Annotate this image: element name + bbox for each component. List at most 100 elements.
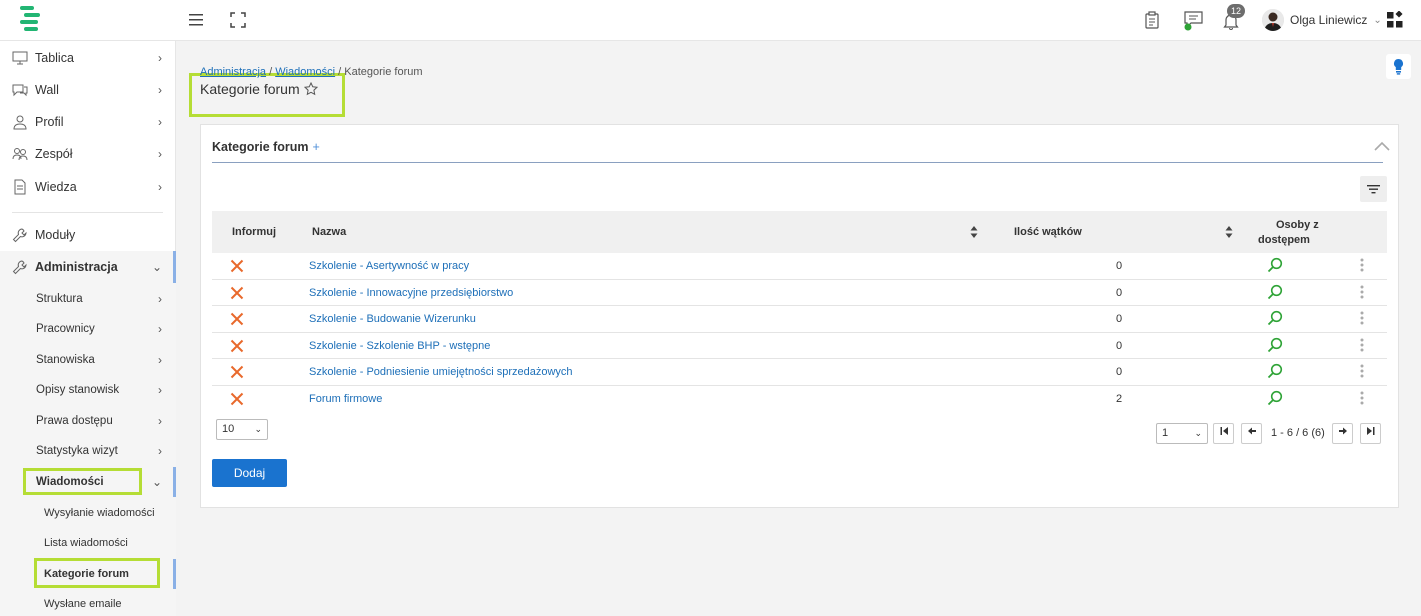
category-name-link[interactable]: Szkolenie - Szkolenie BHP - wstępne	[309, 340, 490, 352]
sidebar-item-administracja[interactable]: Administracja ⌄	[0, 251, 176, 283]
sidebar-item-wall[interactable]: Wall ›	[0, 74, 176, 106]
first-page-button[interactable]	[1213, 423, 1234, 444]
chevron-right-icon: ›	[158, 353, 162, 367]
table-row: Szkolenie - Asertywność w pracy 0	[212, 253, 1387, 280]
more-options-icon[interactable]	[1360, 364, 1364, 378]
page-select[interactable]: 1 ⌄	[1156, 423, 1208, 444]
team-icon	[12, 148, 28, 161]
wrench-icon	[12, 260, 27, 275]
prev-page-button[interactable]	[1241, 423, 1262, 444]
chevron-down-icon: ⌄	[1373, 14, 1382, 26]
active-indicator	[173, 467, 176, 497]
clipboard-icon[interactable]	[1143, 11, 1161, 29]
sidebar-item-tablica[interactable]: Tablica ›	[0, 42, 176, 74]
fullscreen-icon[interactable]	[229, 11, 247, 29]
close-icon[interactable]	[230, 365, 244, 379]
more-options-icon[interactable]	[1360, 258, 1364, 272]
sidebar-item-stanowiska[interactable]: Stanowiska ›	[0, 345, 176, 375]
chevron-down-icon: ⌄	[254, 424, 262, 434]
chevron-right-icon: ›	[158, 180, 162, 194]
sidebar-divider	[12, 212, 163, 213]
chevron-right-icon: ›	[158, 147, 162, 161]
chevron-right-icon: ›	[158, 414, 162, 428]
close-icon[interactable]	[230, 312, 244, 326]
user-menu[interactable]: Olga Liniewicz ⌄	[1262, 9, 1382, 31]
search-icon[interactable]	[1267, 390, 1283, 406]
document-icon	[14, 179, 26, 195]
menu-icon[interactable]	[188, 11, 206, 29]
table-row: Forum firmowe 2	[212, 386, 1387, 413]
add-category-plus[interactable]: +	[313, 140, 320, 154]
lightbulb-icon	[1394, 59, 1403, 75]
sidebar-item-opisy-stanowisk[interactable]: Opisy stanowisk ›	[0, 375, 176, 405]
apps-grid-icon[interactable]	[1386, 11, 1404, 29]
breadcrumb-current: Kategorie forum	[344, 66, 423, 78]
sidebar-item-lista-wiadomosci[interactable]: Lista wiadomości	[0, 528, 176, 558]
more-options-icon[interactable]	[1360, 311, 1364, 325]
category-name-link[interactable]: Szkolenie - Podniesienie umiejętności sp…	[309, 366, 573, 378]
close-icon[interactable]	[230, 259, 244, 273]
messages-icon[interactable]	[1183, 9, 1205, 31]
search-icon[interactable]	[1267, 363, 1283, 379]
breadcrumb-link-wiadomosci[interactable]: Wiadomości	[275, 66, 335, 78]
star-icon[interactable]	[303, 82, 318, 96]
sidebar-item-wyslane-emaile[interactable]: Wysłane emaile	[0, 589, 176, 616]
category-name-link[interactable]: Szkolenie - Asertywność w pracy	[309, 260, 469, 272]
more-options-icon[interactable]	[1360, 338, 1364, 352]
chat-icon	[12, 84, 28, 97]
arrow-right-icon	[1338, 427, 1347, 435]
notification-badge: 12	[1227, 4, 1246, 18]
search-icon[interactable]	[1267, 257, 1283, 273]
filter-button[interactable]	[1360, 176, 1387, 202]
sidebar-item-profil[interactable]: Profil ›	[0, 106, 176, 138]
table-header: Informuj Nazwa Ilość wątków Osoby z dost…	[212, 211, 1387, 253]
sidebar-item-wiedza[interactable]: Wiedza ›	[0, 171, 176, 203]
more-options-icon[interactable]	[1360, 285, 1364, 299]
header-osoby-z-dostepem-line2: dostępem	[1258, 234, 1310, 246]
search-icon[interactable]	[1267, 284, 1283, 300]
sidebar-item-pracownicy[interactable]: Pracownicy ›	[0, 314, 176, 344]
highlight-box-wiadomosci	[23, 468, 142, 495]
more-options-icon[interactable]	[1360, 391, 1364, 405]
header-nazwa[interactable]: Nazwa	[312, 226, 346, 238]
sort-icon[interactable]	[1225, 226, 1233, 238]
category-name-link[interactable]: Szkolenie - Innowacyjne przedsiębiorstwo	[309, 287, 513, 299]
user-icon	[13, 115, 27, 130]
sidebar-item-prawa-dostepu[interactable]: Prawa dostępu ›	[0, 406, 176, 436]
search-icon[interactable]	[1267, 310, 1283, 326]
user-name: Olga Liniewicz	[1290, 13, 1368, 27]
close-icon[interactable]	[230, 286, 244, 300]
close-icon[interactable]	[230, 392, 244, 406]
sidebar-item-zespol[interactable]: Zespół ›	[0, 138, 176, 170]
thread-count: 0	[1116, 366, 1123, 378]
close-icon[interactable]	[230, 339, 244, 353]
chevron-right-icon: ›	[158, 444, 162, 458]
next-page-button[interactable]	[1332, 423, 1353, 444]
thread-count: 2	[1116, 392, 1123, 405]
add-button[interactable]: Dodaj	[212, 459, 287, 487]
chevron-up-icon[interactable]	[1373, 139, 1391, 153]
category-name-link[interactable]: Forum firmowe	[309, 393, 382, 405]
tips-button[interactable]	[1386, 54, 1411, 79]
table-row: Szkolenie - Szkolenie BHP - wstępne 0	[212, 333, 1387, 359]
breadcrumb-link-administracja[interactable]: Administracja	[200, 66, 266, 78]
header-ilosc-watkow[interactable]: Ilość wątków	[1014, 226, 1082, 238]
chevron-down-icon: ⌄	[151, 475, 162, 489]
thread-count: 0	[1116, 313, 1123, 325]
pagination-info: 1 - 6 / 6 (6)	[1271, 427, 1325, 439]
table-row: Szkolenie - Budowanie Wizerunku 0	[212, 306, 1387, 333]
last-page-button[interactable]	[1360, 423, 1381, 444]
highlight-box-kategorie-forum	[34, 558, 160, 588]
sidebar: Tablica › Wall › Profil › Zespół › Wiedz…	[0, 41, 176, 616]
sort-icon[interactable]	[970, 226, 978, 238]
app-logo-icon[interactable]	[18, 4, 44, 34]
per-page-select[interactable]: 10 ⌄	[216, 419, 268, 440]
sidebar-item-struktura[interactable]: Struktura ›	[0, 284, 176, 314]
search-icon[interactable]	[1267, 337, 1283, 353]
table-row: Szkolenie - Podniesienie umiejętności sp…	[212, 359, 1387, 386]
sidebar-item-statystyka-wizyt[interactable]: Statystyka wizyt ›	[0, 436, 176, 466]
category-name-link[interactable]: Szkolenie - Budowanie Wizerunku	[309, 313, 476, 325]
sidebar-item-moduly[interactable]: Moduły	[0, 219, 176, 251]
sidebar-item-wysylanie-wiadomosci[interactable]: Wysyłanie wiadomości	[0, 498, 176, 528]
card-title: Kategorie forum +	[212, 140, 320, 154]
